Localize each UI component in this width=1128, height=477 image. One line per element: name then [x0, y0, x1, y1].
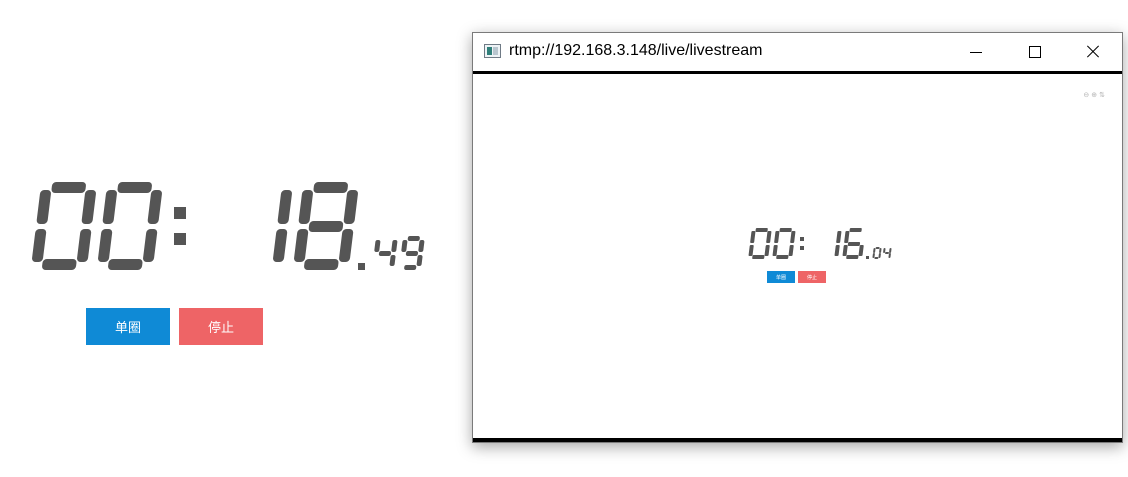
digit-segment: [147, 190, 163, 224]
colon-dot: [174, 207, 186, 219]
centiseconds-digits: [358, 236, 425, 270]
digit-segment: [847, 241, 861, 246]
seven-segment-digit: [399, 236, 425, 270]
digit-segment: [107, 259, 143, 270]
app-icon: [484, 44, 501, 58]
digit-segment: [76, 228, 92, 262]
digit-segment: [272, 228, 288, 262]
digit-segment: [836, 231, 842, 243]
digit-segment: [389, 254, 396, 266]
colon-dot: [800, 246, 804, 250]
digit-segment: [308, 220, 344, 232]
digit-segment: [374, 240, 381, 252]
digit-segment: [776, 255, 789, 259]
stream-window: rtmp://192.168.3.148/live/livestream ⊖ ⊕…: [472, 32, 1123, 443]
digit-segment: [51, 182, 87, 193]
seven-segment-digit: [97, 182, 164, 270]
digit-segment: [418, 240, 425, 252]
colon-dot: [174, 233, 186, 245]
digit-segment: [834, 244, 840, 256]
digit-segment: [391, 240, 398, 252]
minutes-digits: [31, 182, 163, 270]
decimal-point: [358, 263, 365, 270]
lap-button[interactable]: 单圈: [86, 308, 170, 345]
digit-segment: [888, 253, 891, 258]
digit-segment: [293, 228, 309, 262]
stream-stopwatch-display: [748, 228, 892, 259]
digit-segment: [405, 250, 419, 256]
zoom-out-icon[interactable]: ⊖: [1083, 91, 1089, 99]
digit-segment: [313, 182, 349, 193]
digit-segment: [142, 228, 158, 262]
digit-segment: [102, 190, 118, 224]
digit-segment: [401, 240, 408, 252]
digit-segment: [403, 265, 417, 270]
seven-segment-digit: [772, 228, 796, 259]
colon-separator: [174, 182, 186, 270]
stream-seconds-digits: [820, 228, 864, 259]
seven-segment-digit: [748, 228, 772, 259]
close-icon[interactable]: [1063, 33, 1121, 71]
digit-segment: [766, 231, 772, 243]
seconds-digits: [232, 182, 359, 270]
stream-colon-separator: [800, 228, 804, 259]
digit-segment: [303, 259, 339, 270]
titlebar-divider: [473, 71, 1122, 74]
digit-segment: [849, 228, 862, 232]
digit-segment: [878, 253, 881, 258]
digit-segment: [858, 244, 864, 256]
digit-segment: [788, 244, 794, 256]
digit-segment: [752, 255, 765, 259]
seven-segment-digit: [227, 182, 294, 270]
seven-segment-digit: [293, 182, 360, 270]
digit-segment: [41, 259, 77, 270]
seven-segment-digit: [872, 247, 882, 259]
digit-segment: [343, 190, 359, 224]
seven-segment-digit: [818, 228, 842, 259]
stream-minutes-digits: [748, 228, 796, 259]
digit-segment: [779, 228, 792, 232]
digit-segment: [378, 250, 392, 256]
digit-segment: [298, 190, 314, 224]
window-title: rtmp://192.168.3.148/live/livestream: [509, 42, 763, 59]
maximize-icon[interactable]: [1005, 33, 1063, 71]
digit-segment: [277, 190, 293, 224]
digit-segment: [338, 228, 354, 262]
digit-segment: [416, 254, 423, 266]
digit-segment: [31, 228, 47, 262]
stopwatch-display: [31, 182, 425, 270]
zoom-in-icon[interactable]: ⊕: [1091, 91, 1097, 99]
digit-segment: [750, 231, 756, 243]
digit-segment: [97, 228, 113, 262]
player-overlay-icons: ⊖ ⊕ ⇅: [1083, 91, 1105, 99]
decimal-point: [866, 256, 869, 259]
stream-stop-button: 停止: [798, 271, 826, 283]
digit-segment: [81, 190, 97, 224]
seven-segment-digit: [31, 182, 98, 270]
window-titlebar[interactable]: rtmp://192.168.3.148/live/livestream: [473, 33, 1122, 71]
digit-segment: [790, 231, 796, 243]
digit-segment: [844, 231, 850, 243]
seven-segment-digit: [372, 236, 398, 270]
digit-segment: [774, 231, 780, 243]
digit-segment: [755, 228, 768, 232]
digit-segment: [36, 190, 52, 224]
digit-segment: [407, 236, 421, 241]
stream-lap-button: 单圈: [767, 271, 795, 283]
minimize-icon[interactable]: [947, 33, 1005, 71]
digit-segment: [117, 182, 153, 193]
seven-segment-digit: [842, 228, 866, 259]
seven-segment-digit: [882, 247, 892, 259]
digit-segment: [846, 255, 859, 259]
stop-button[interactable]: 停止: [179, 308, 263, 345]
resize-icon[interactable]: ⇅: [1099, 91, 1105, 99]
digit-segment: [764, 244, 770, 256]
window-bottom-edge: [473, 438, 1122, 442]
stream-centiseconds-digits: [866, 247, 892, 259]
colon-dot: [800, 237, 804, 241]
